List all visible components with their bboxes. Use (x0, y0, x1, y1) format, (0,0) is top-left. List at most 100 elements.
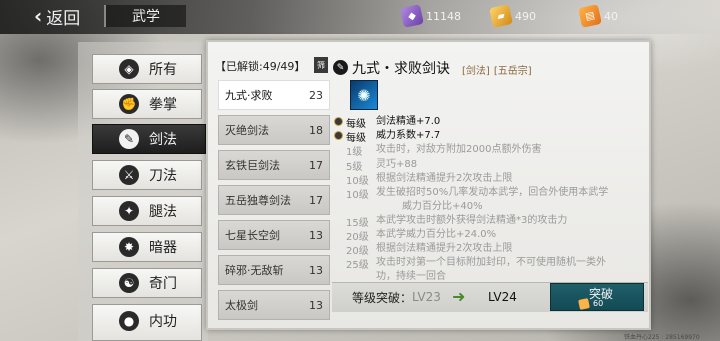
skill-name: 灭绝剑法 (225, 124, 269, 137)
skill-row[interactable]: 五岳独尊剑法 17 (218, 185, 330, 215)
category-hidden-weapon[interactable]: ✸ 暗器 (92, 232, 202, 262)
top-bar: ‹ 返回 武学 ◆ 11148 ▰ 490 ▤ 40 (0, 0, 720, 34)
skill-level: 18 (309, 123, 323, 137)
effect-row: 威力百分比+40% (334, 200, 644, 214)
unlock-count: 【已解锁:49/49】 (215, 60, 306, 73)
skill-name: 太极剑 (225, 299, 258, 312)
back-button[interactable]: ‹ 返回 (34, 4, 81, 29)
effect-level: 1级 (346, 147, 363, 158)
skill-row[interactable]: 碎邪·无敌斩 13 (218, 255, 330, 285)
currency-value: 11148 (426, 9, 461, 23)
skill-title: 九式・求败剑诀 (352, 61, 450, 77)
currency-value: 490 (515, 9, 536, 23)
effect-level: 20级 (346, 232, 369, 243)
jade-icon: ◆ (400, 4, 424, 28)
exotic-icon: ☯ (119, 273, 139, 293)
next-level: LV24 (488, 290, 517, 304)
page-title: 武学 (104, 5, 186, 27)
effect-text: 威力系数+7.7 (376, 130, 441, 141)
effect-row: 每级 剑法精通+7.0 (334, 115, 644, 130)
category-sword[interactable]: ✎ 剑法 (92, 124, 206, 154)
skill-tag: [剑法] (462, 66, 490, 77)
effect-text: 根据剑法精通提升2次攻击上限 (376, 243, 513, 254)
effect-text: 剑法精通+7.0 (376, 116, 441, 127)
category-label: 剑法 (149, 132, 177, 148)
manual-book-icon (578, 298, 590, 310)
skill-level: 13 (309, 298, 323, 312)
category-all[interactable]: ◈ 所有 (92, 54, 202, 84)
current-level: LV23 (412, 290, 441, 304)
breakthrough-button[interactable]: 突破 60 (550, 283, 644, 311)
currency-book[interactable]: ▤ 40 (578, 4, 618, 28)
fist-icon: ✊ (119, 94, 139, 114)
skill-name: 七星长空剑 (225, 229, 280, 242)
effect-level: 10级 (346, 176, 369, 187)
effect-row: 10级 发生破招时50%几率发动本武学，回合外使用本武学 (334, 186, 644, 201)
blade-icon: ⚔ (119, 165, 139, 185)
skill-name: 五岳独尊剑法 (225, 194, 291, 207)
active-dot-icon (334, 131, 343, 140)
skill-level: 17 (309, 193, 323, 207)
active-dot-icon (334, 117, 343, 126)
category-label: 奇门 (149, 276, 177, 292)
inner-force-icon: ● (119, 311, 139, 331)
skill-level: 13 (309, 228, 323, 242)
category-inner-force[interactable]: ● 内功 (92, 304, 202, 341)
effect-text: 本武学威力百分比+24.0% (376, 229, 497, 240)
skill-level: 23 (309, 88, 323, 102)
skill-name: 碎邪·无敌斩 (225, 264, 284, 277)
skill-art-icon: ✺ (350, 80, 378, 110)
currency-gold[interactable]: ▰ 490 (489, 4, 536, 28)
skill-row[interactable]: 玄铁巨剑法 17 (218, 150, 330, 180)
effect-row: 20级 本武学威力百分比+24.0% (334, 228, 644, 243)
effect-row: 1级 攻击时，对敌方附加2000点额外伤害 (334, 143, 644, 158)
currency-value: 40 (604, 9, 618, 23)
skill-list[interactable]: 九式·求败 23 灭绝剑法 18 玄铁巨剑法 17 五岳独尊剑法 17 七星长空… (218, 78, 330, 333)
effect-level: 10级 (346, 190, 369, 201)
skill-tag: [五岳宗] (493, 66, 532, 77)
category-exotic[interactable]: ☯ 奇门 (92, 268, 202, 298)
hidden-weapon-icon: ✸ (119, 237, 139, 257)
category-fist[interactable]: ✊ 拳掌 (92, 89, 202, 119)
skill-row[interactable]: 九式·求败 23 (218, 80, 330, 110)
skill-level: 13 (309, 263, 323, 277)
effect-row: 20级 根据剑法精通提升2次攻击上限 (334, 242, 644, 257)
skill-tags: [剑法] [五岳宗] (462, 62, 532, 77)
all-icon: ◈ (119, 59, 139, 79)
category-label: 内功 (149, 314, 177, 330)
effect-row: 25级 攻击时对第一个目标附加封印，不可使用随机一类外 (334, 256, 644, 271)
effect-text: 攻击时对第一个目标附加封印，不可使用随机一类外 (376, 257, 606, 268)
effect-text: 威力百分比+40% (402, 201, 483, 212)
effect-level: 15级 (346, 218, 369, 229)
effect-text: 根据剑法精通提升2次攻击上限 (376, 173, 513, 184)
watermark: 铁血丹心225 : 285169970 (624, 334, 700, 341)
currency-jade[interactable]: ◆ 11148 (400, 4, 461, 28)
category-label: 暗器 (149, 240, 177, 256)
category-kick[interactable]: ✦ 腿法 (92, 196, 202, 226)
effect-level: 20级 (346, 246, 369, 257)
effect-row: 10级 根据剑法精通提升2次攻击上限 (334, 172, 644, 187)
skill-row[interactable]: 灭绝剑法 18 (218, 115, 330, 145)
category-blade[interactable]: ⚔ 刀法 (92, 160, 202, 190)
filter-button[interactable]: 筛 (314, 57, 328, 73)
skill-row[interactable]: 太极剑 13 (218, 290, 330, 320)
breakthrough-cost: 60 (593, 299, 604, 308)
back-label: 返回 (46, 8, 81, 29)
effect-level: 5级 (346, 162, 363, 173)
skill-row[interactable]: 七星长空剑 13 (218, 220, 330, 250)
arrow-right-icon: ➜ (452, 286, 466, 306)
effect-text: 本武学攻击时额外获得剑法精通*3的攻击力 (376, 215, 568, 226)
effect-text: 攻击时，对敌方附加2000点额外伤害 (376, 144, 542, 155)
gold-ingot-icon: ▰ (489, 4, 513, 28)
effect-row: 5级 灵巧+88 (334, 158, 644, 173)
sword-icon: ✎ (119, 129, 139, 149)
breakthrough-title: 等级突破： (352, 290, 413, 305)
kick-icon: ✦ (119, 201, 139, 221)
effect-text: 发生破招时50%几率发动本武学，回合外使用本武学 (376, 187, 609, 198)
breakthrough-label: 等级突破： LV23 (352, 289, 441, 305)
manual-book-icon: ▤ (578, 4, 602, 28)
category-label: 所有 (149, 62, 177, 78)
effect-row: 15级 本武学攻击时额外获得剑法精通*3的攻击力 (334, 214, 644, 229)
effect-text: 灵巧+88 (376, 159, 418, 170)
sword-school-icon: ✎ (333, 60, 348, 75)
